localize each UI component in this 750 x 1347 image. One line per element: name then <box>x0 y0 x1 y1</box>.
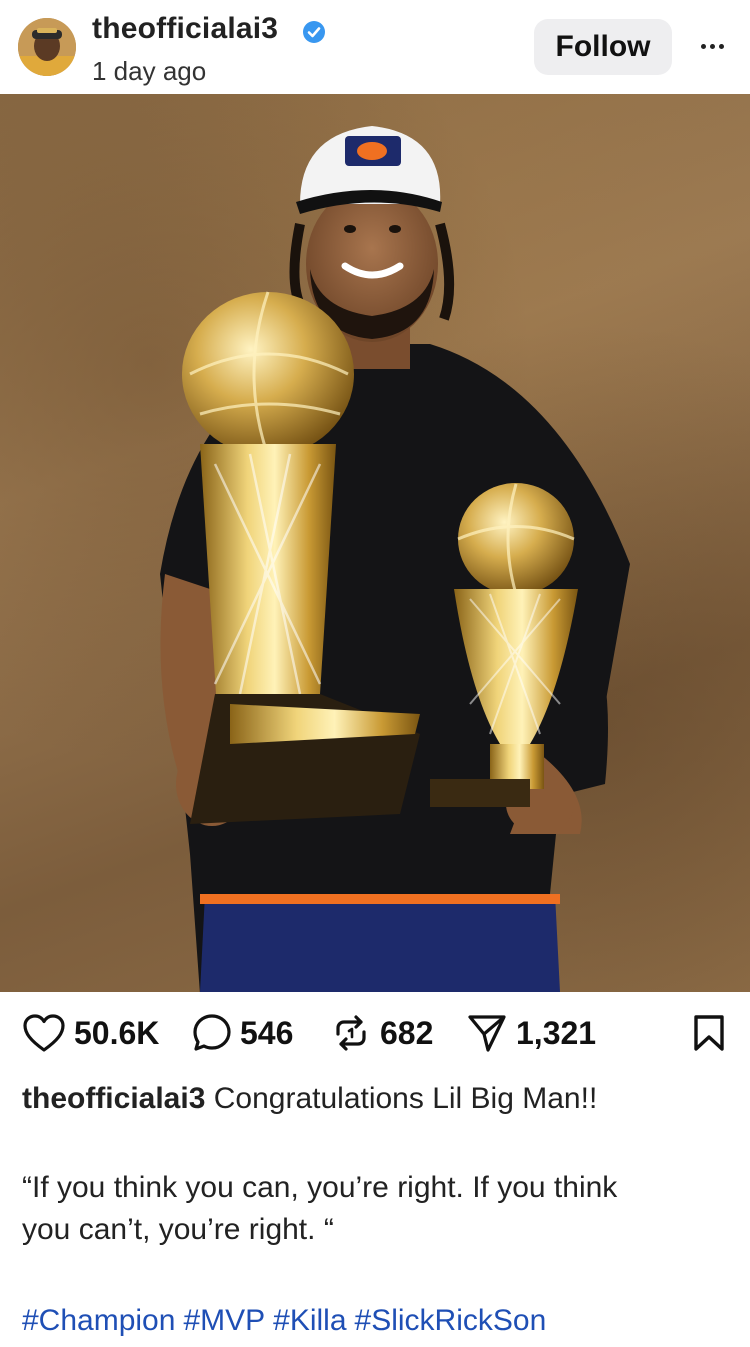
post-time: 1 day ago <box>92 56 207 86</box>
hashtags: #Champion #MVP #Killa #SlickRickSon <box>22 1300 728 1342</box>
quote-line-1: “If you think you can, you’re right. If … <box>22 1171 618 1204</box>
repost-icon[interactable] <box>330 1012 372 1054</box>
verified-badge-icon <box>303 21 325 43</box>
hashtag-slickrickson[interactable]: #SlickRickSon <box>355 1304 547 1337</box>
caption-quote: “If you think you can, you’re right. If … <box>22 1167 728 1251</box>
hashtag-killa[interactable]: #Killa <box>273 1304 346 1337</box>
username[interactable]: theofficialai3 <box>92 12 278 46</box>
comment-icon[interactable] <box>192 1013 232 1053</box>
bookmark-icon[interactable] <box>692 1013 726 1053</box>
comment-count: 546 <box>240 1014 294 1051</box>
heart-icon[interactable] <box>22 1013 66 1053</box>
post-photo[interactable] <box>0 94 750 992</box>
share-count: 1,321 <box>516 1014 597 1051</box>
save-action[interactable] <box>692 1010 726 1056</box>
caption-username[interactable]: theofficialai3 <box>22 1082 205 1115</box>
hashtag-mvp[interactable]: #MVP <box>183 1304 265 1337</box>
share-icon[interactable] <box>466 1012 508 1054</box>
repost-action[interactable]: 682 <box>330 1010 433 1056</box>
avatar-image <box>18 18 76 76</box>
repost-count: 682 <box>380 1014 434 1051</box>
post-header: theofficialai3 1 day ago Follow <box>0 0 750 94</box>
comment-action[interactable]: 546 <box>192 1010 293 1056</box>
action-bar: 50.6K 546 682 1,321 <box>0 992 750 1076</box>
like-count: 50.6K <box>74 1014 160 1051</box>
follow-button[interactable]: Follow <box>534 19 672 75</box>
caption: theofficialai3 Congratulations Lil Big M… <box>22 1078 728 1120</box>
hashtag-champion[interactable]: #Champion <box>22 1304 175 1337</box>
quote-line-2: you can’t, you’re right. “ <box>22 1213 334 1246</box>
like-action[interactable]: 50.6K <box>22 1010 159 1056</box>
more-options-icon[interactable] <box>690 30 734 62</box>
photo-image <box>160 126 630 992</box>
caption-text: Congratulations Lil Big Man!! <box>213 1082 598 1115</box>
avatar[interactable] <box>18 18 76 76</box>
share-action[interactable]: 1,321 <box>466 1010 596 1056</box>
